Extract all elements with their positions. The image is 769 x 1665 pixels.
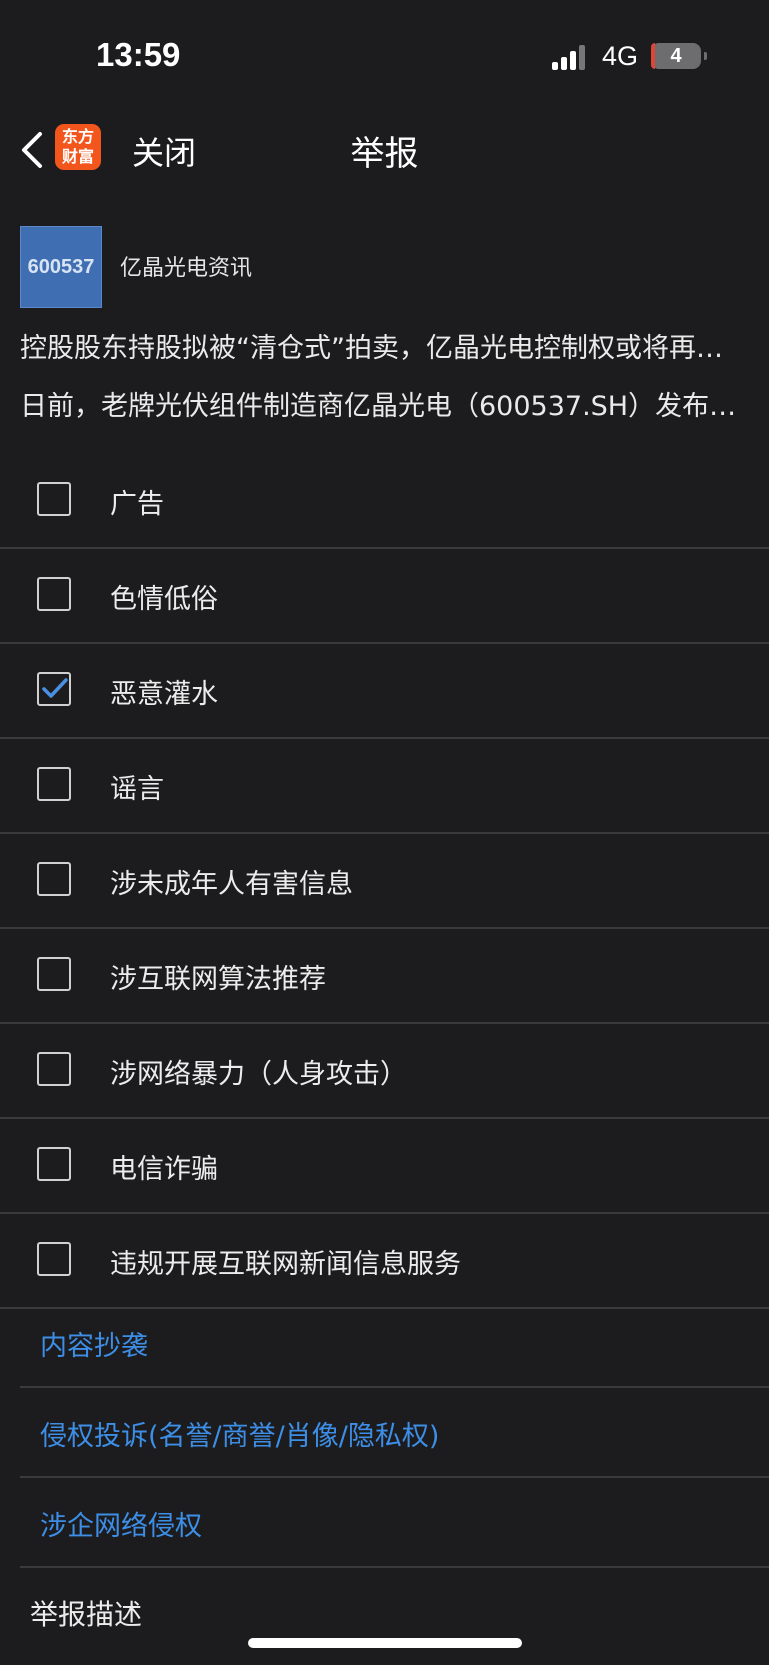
option-label: 涉网络暴力（人身攻击） <box>110 1059 407 1090</box>
option-illegal-news[interactable]: 违规开展互联网新闻信息服务 <box>0 1214 769 1309</box>
link-label[interactable]: 侵权投诉(名誉/商誉/肖像/隐私权) <box>40 1414 439 1453</box>
link-plagiarism[interactable]: 内容抄袭 <box>20 1298 769 1388</box>
checkbox[interactable] <box>37 577 71 611</box>
checkbox[interactable] <box>37 482 71 516</box>
app-logo: 东方 财富 <box>55 124 101 170</box>
checkbox[interactable] <box>37 767 71 801</box>
link-enterprise-infringement[interactable]: 涉企网络侵权 <box>20 1478 769 1568</box>
option-cyberbullying[interactable]: 涉网络暴力（人身攻击） <box>0 1024 769 1119</box>
article-source: 亿晶光电资讯 <box>120 256 253 281</box>
close-button[interactable]: 关闭 <box>132 128 196 174</box>
article-summary: 日前，老牌光伏组件制造商亿晶光电（600537.SH）发布… <box>20 391 737 422</box>
option-rumor[interactable]: 谣言 <box>0 739 769 834</box>
logo-line2: 财富 <box>61 147 94 166</box>
signal-icon <box>552 44 592 70</box>
link-infringement[interactable]: 侵权投诉(名誉/商誉/肖像/隐私权) <box>20 1388 769 1478</box>
option-label: 谣言 <box>110 774 164 805</box>
page-title: 举报 <box>350 134 419 174</box>
battery-icon: 4 <box>651 43 707 69</box>
network-type: 4G <box>602 41 639 71</box>
status-bar: 13:59 4G 4 <box>0 0 769 110</box>
link-label[interactable]: 内容抄袭 <box>40 1324 148 1363</box>
option-label: 涉互联网算法推荐 <box>110 964 326 995</box>
status-time: 13:59 <box>96 36 181 73</box>
link-label[interactable]: 涉企网络侵权 <box>40 1504 202 1543</box>
article-thumbnail: 600537 <box>20 226 102 308</box>
checkbox[interactable] <box>37 862 71 896</box>
battery-level: 4 <box>670 45 682 67</box>
option-label: 涉未成年人有害信息 <box>110 869 353 900</box>
checkbox[interactable] <box>37 1052 71 1086</box>
option-ad[interactable]: 广告 <box>0 454 769 549</box>
home-indicator <box>248 1638 522 1648</box>
logo-line1: 东方 <box>61 127 94 146</box>
report-links: 内容抄袭 侵权投诉(名誉/商誉/肖像/隐私权) 涉企网络侵权 <box>0 1298 769 1568</box>
checkbox[interactable] <box>37 1147 71 1181</box>
option-algorithm[interactable]: 涉互联网算法推荐 <box>0 929 769 1024</box>
article-headline: 控股股东持股拟被“清仓式”拍卖，亿晶光电控制权或将再… <box>20 333 723 364</box>
checkbox[interactable] <box>37 1242 71 1276</box>
article-card: 600537 亿晶光电资讯 控股股东持股拟被“清仓式”拍卖，亿晶光电控制权或将再… <box>0 190 769 440</box>
back-chevron-icon[interactable] <box>18 128 48 172</box>
nav-bar: 举报 东方 财富 关闭 <box>0 110 769 190</box>
option-spam[interactable]: 恶意灌水 <box>0 644 769 739</box>
option-pornographic[interactable]: 色情低俗 <box>0 549 769 644</box>
checkbox-checked[interactable] <box>37 672 71 706</box>
checkmark-icon <box>42 678 68 698</box>
option-telecom-fraud[interactable]: 电信诈骗 <box>0 1119 769 1214</box>
checkbox[interactable] <box>37 957 71 991</box>
report-options: 广告 色情低俗 恶意灌水 谣言 涉未成年人有害信息 涉互联网算法推荐 涉网络暴力… <box>0 454 769 1309</box>
option-label: 电信诈骗 <box>110 1154 218 1185</box>
option-label: 恶意灌水 <box>110 679 218 710</box>
option-minor-harm[interactable]: 涉未成年人有害信息 <box>0 834 769 929</box>
report-description-label: 举报描述 <box>30 1598 143 1631</box>
option-label: 广告 <box>110 489 164 520</box>
report-content: 600537 亿晶光电资讯 控股股东持股拟被“清仓式”拍卖，亿晶光电控制权或将再… <box>0 190 769 440</box>
option-label: 色情低俗 <box>110 584 218 615</box>
option-label: 违规开展互联网新闻信息服务 <box>110 1249 461 1280</box>
